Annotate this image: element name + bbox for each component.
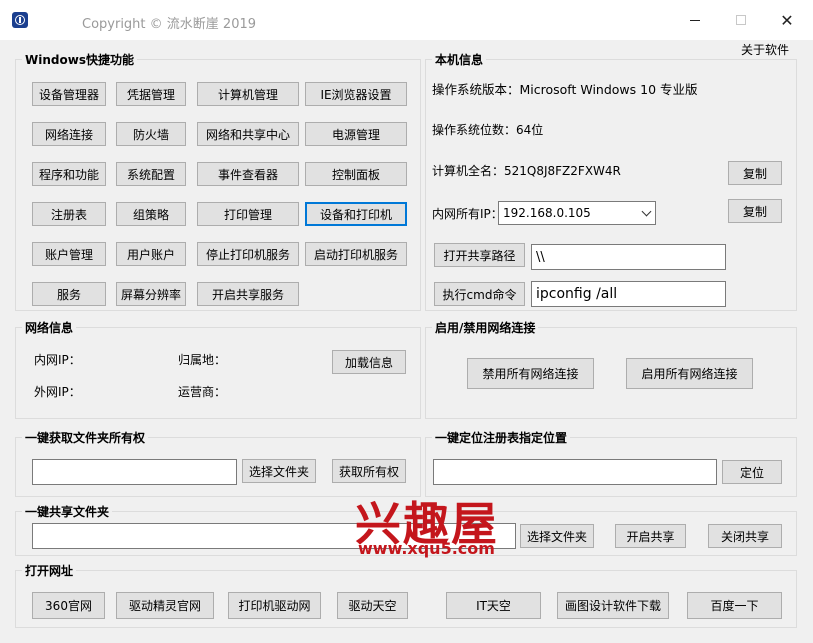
computer-name-text: 计算机全名：521Q8J8FZ2FXW4R	[432, 164, 621, 178]
print-management-button[interactable]: 打印管理	[197, 202, 299, 226]
screen-resolution-button[interactable]: 屏幕分辨率	[116, 282, 186, 306]
site-360-button[interactable]: 360官网	[32, 592, 105, 619]
network-connections-button[interactable]: 网络连接	[32, 122, 106, 146]
ie-settings-button[interactable]: IE浏览器设置	[305, 82, 407, 106]
start-print-service-button[interactable]: 启动打印机服务	[305, 242, 407, 266]
printer-driver-site-button[interactable]: 打印机驱动网	[228, 592, 321, 619]
wan-ip-label: 外网IP：	[34, 385, 81, 399]
lan-ip-select[interactable]: 192.168.0.105	[498, 201, 656, 225]
copy-ip-button[interactable]: 复制	[728, 199, 782, 223]
isp-label: 运营商：	[178, 385, 227, 399]
event-viewer-button[interactable]: 事件查看器	[197, 162, 299, 186]
programs-features-button[interactable]: 程序和功能	[32, 162, 106, 186]
chevron-down-icon	[641, 206, 652, 217]
firewall-button[interactable]: 防火墙	[116, 122, 186, 146]
os-bits-text: 操作系统位数：64位	[432, 123, 544, 137]
computer-management-button[interactable]: 计算机管理	[197, 82, 299, 106]
baidu-search-button[interactable]: 百度一下	[687, 592, 782, 619]
shortcuts-title: Windows快捷功能	[22, 51, 137, 68]
ownership-select-folder-button[interactable]: 选择文件夹	[242, 459, 316, 483]
user-accounts-button[interactable]: 用户账户	[116, 242, 186, 266]
share-path-value: \\	[536, 249, 545, 265]
watermark-url: www.xqu5.com	[358, 539, 495, 558]
driver-sky-site-button[interactable]: 驱动天空	[337, 592, 408, 619]
about-link[interactable]: 关于软件	[741, 41, 789, 58]
devices-printers-button[interactable]: 设备和打印机	[305, 202, 407, 226]
cmd-value: ipconfig /all	[536, 286, 618, 302]
lan-ip-value: 192.168.0.105	[503, 206, 591, 220]
share-path-input[interactable]: \\	[531, 244, 726, 270]
device-manager-button[interactable]: 设备管理器	[32, 82, 106, 106]
it-sky-site-button[interactable]: IT天空	[446, 592, 541, 619]
open-share-button[interactable]: 开启共享	[615, 524, 686, 548]
window-title: Copyright © 流水断崖 2019	[82, 17, 257, 32]
registry-button[interactable]: 注册表	[32, 202, 106, 226]
control-panel-button[interactable]: 控制面板	[305, 162, 407, 186]
app-icon	[12, 12, 28, 28]
start-share-service-button[interactable]: 开启共享服务	[197, 282, 299, 306]
open-share-path-button[interactable]: 打开共享路径	[434, 243, 525, 267]
run-cmd-button[interactable]: 执行cmd命令	[434, 282, 525, 306]
open-url-title: 打开网址	[22, 562, 77, 579]
close-button[interactable]: ✕	[764, 0, 810, 40]
power-management-button[interactable]: 电源管理	[305, 122, 407, 146]
minimize-button[interactable]	[672, 0, 718, 40]
watermark-logo: 兴趣屋 www.xqu5.com	[355, 488, 515, 558]
driver-genius-site-button[interactable]: 驱动精灵官网	[116, 592, 214, 619]
system-config-button[interactable]: 系统配置	[116, 162, 186, 186]
registry-path-input[interactable]	[433, 459, 717, 485]
lan-ip-info-label: 内网IP：	[34, 353, 81, 367]
share-select-folder-button[interactable]: 选择文件夹	[520, 524, 594, 548]
locate-button[interactable]: 定位	[722, 460, 782, 484]
group-policy-button[interactable]: 组策略	[116, 202, 186, 226]
network-sharing-center-button[interactable]: 网络和共享中心	[197, 122, 299, 146]
local-info-title: 本机信息	[432, 51, 487, 68]
close-icon: ✕	[780, 10, 794, 30]
enable-network-button[interactable]: 启用所有网络连接	[626, 358, 753, 389]
network-info-title: 网络信息	[22, 319, 77, 336]
copy-computer-name-button[interactable]: 复制	[728, 161, 782, 185]
ownership-title: 一键获取文件夹所有权	[22, 429, 149, 446]
maximize-button[interactable]	[718, 0, 764, 40]
close-share-button[interactable]: 关闭共享	[708, 524, 782, 548]
net-toggle-title: 启用/禁用网络连接	[432, 319, 539, 336]
credential-manager-button[interactable]: 凭据管理	[116, 82, 186, 106]
cmd-input[interactable]: ipconfig /all	[531, 281, 726, 307]
paint-design-download-button[interactable]: 画图设计软件下载	[557, 592, 669, 619]
registry-title: 一键定位注册表指定位置	[432, 429, 571, 446]
title-bar: Copyright © 流水断崖 2019 ✕	[0, 0, 813, 40]
lan-ip-label: 内网所有IP：	[432, 207, 503, 221]
account-management-button[interactable]: 账户管理	[32, 242, 106, 266]
maximize-icon	[736, 15, 746, 25]
stop-print-service-button[interactable]: 停止打印机服务	[197, 242, 299, 266]
share-folder-title: 一键共享文件夹	[22, 503, 113, 520]
location-label: 归属地：	[178, 353, 227, 367]
ownership-path-input[interactable]	[32, 459, 237, 485]
minimize-icon	[690, 19, 700, 21]
load-info-button[interactable]: 加载信息	[332, 350, 406, 374]
services-button[interactable]: 服务	[32, 282, 106, 306]
take-ownership-button[interactable]: 获取所有权	[332, 459, 406, 483]
disable-network-button[interactable]: 禁用所有网络连接	[467, 358, 594, 389]
os-version-text: 操作系统版本：Microsoft Windows 10 专业版	[432, 82, 698, 97]
